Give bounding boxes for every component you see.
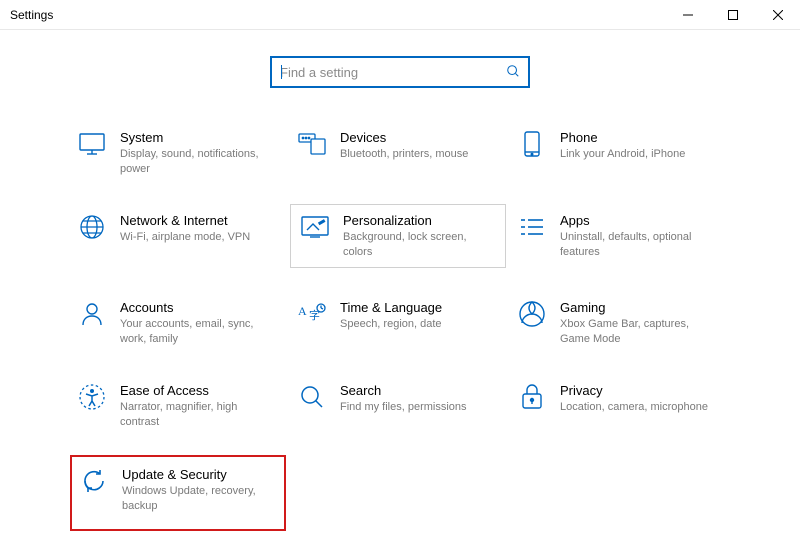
tile-title: Apps — [560, 213, 718, 228]
search-icon — [506, 64, 520, 81]
titlebar: Settings — [0, 0, 800, 30]
tile-title: Time & Language — [340, 300, 442, 315]
tile-accounts[interactable]: Accounts Your accounts, email, sync, wor… — [70, 296, 286, 351]
ease-of-access-icon — [78, 383, 106, 411]
window-controls — [665, 0, 800, 29]
privacy-icon — [518, 383, 546, 411]
search-tile-icon — [298, 383, 326, 411]
tile-time-language[interactable]: A字 Time & Language Speech, region, date — [290, 296, 506, 351]
apps-icon — [518, 213, 546, 241]
tile-title: Devices — [340, 130, 468, 145]
minimize-button[interactable] — [665, 0, 710, 29]
tile-desc: Wi-Fi, airplane mode, VPN — [120, 230, 250, 245]
tile-title: Phone — [560, 130, 685, 145]
tile-desc: Windows Update, recovery, backup — [122, 484, 276, 514]
tile-desc: Link your Android, iPhone — [560, 147, 685, 162]
tile-privacy[interactable]: Privacy Location, camera, microphone — [510, 379, 726, 434]
devices-icon — [298, 130, 326, 158]
system-icon — [78, 130, 106, 158]
tile-desc: Narrator, magnifier, high contrast — [120, 400, 278, 430]
accounts-icon — [78, 300, 106, 328]
network-icon — [78, 213, 106, 241]
tile-desc: Your accounts, email, sync, work, family — [120, 317, 278, 347]
tile-title: Search — [340, 383, 467, 398]
minimize-icon — [683, 10, 693, 20]
text-cursor — [281, 65, 282, 79]
close-icon — [773, 10, 783, 20]
tile-title: Gaming — [560, 300, 718, 315]
gaming-icon — [518, 300, 546, 328]
close-button[interactable] — [755, 0, 800, 29]
tile-title: Ease of Access — [120, 383, 278, 398]
personalization-icon — [301, 213, 329, 241]
svg-text:A: A — [298, 304, 307, 318]
tile-search[interactable]: Search Find my files, permissions — [290, 379, 506, 434]
maximize-button[interactable] — [710, 0, 755, 29]
phone-icon — [518, 130, 546, 158]
settings-home: System Display, sound, notifications, po… — [0, 30, 800, 531]
tile-ease-of-access[interactable]: Ease of Access Narrator, magnifier, high… — [70, 379, 286, 434]
search-input[interactable] — [280, 65, 500, 80]
time-language-icon: A字 — [298, 300, 326, 328]
tile-title: Update & Security — [122, 467, 276, 482]
tile-system[interactable]: System Display, sound, notifications, po… — [70, 126, 286, 181]
tile-desc: Display, sound, notifications, power — [120, 147, 278, 177]
tile-desc: Xbox Game Bar, captures, Game Mode — [560, 317, 718, 347]
tile-devices[interactable]: Devices Bluetooth, printers, mouse — [290, 126, 506, 181]
tile-apps[interactable]: Apps Uninstall, defaults, optional featu… — [510, 209, 726, 269]
tile-desc: Speech, region, date — [340, 317, 442, 332]
settings-grid: System Display, sound, notifications, po… — [0, 126, 800, 531]
tile-update-security[interactable]: Update & Security Windows Update, recove… — [70, 455, 286, 532]
tile-desc: Bluetooth, printers, mouse — [340, 147, 468, 162]
tile-title: Accounts — [120, 300, 278, 315]
tile-title: Personalization — [343, 213, 495, 228]
tile-desc: Uninstall, defaults, optional features — [560, 230, 718, 260]
tile-desc: Find my files, permissions — [340, 400, 467, 415]
tile-network[interactable]: Network & Internet Wi-Fi, airplane mode,… — [70, 209, 286, 269]
tile-gaming[interactable]: Gaming Xbox Game Bar, captures, Game Mod… — [510, 296, 726, 351]
tile-title: System — [120, 130, 278, 145]
tile-desc: Background, lock screen, colors — [343, 230, 495, 260]
window-title: Settings — [10, 8, 53, 22]
tile-desc: Location, camera, microphone — [560, 400, 708, 415]
tile-title: Network & Internet — [120, 213, 250, 228]
search-wrap — [0, 56, 800, 88]
tile-phone[interactable]: Phone Link your Android, iPhone — [510, 126, 726, 181]
maximize-icon — [728, 10, 738, 20]
tile-title: Privacy — [560, 383, 708, 398]
search-box[interactable] — [270, 56, 530, 88]
tile-personalization[interactable]: Personalization Background, lock screen,… — [290, 204, 506, 269]
update-security-icon — [80, 467, 108, 495]
